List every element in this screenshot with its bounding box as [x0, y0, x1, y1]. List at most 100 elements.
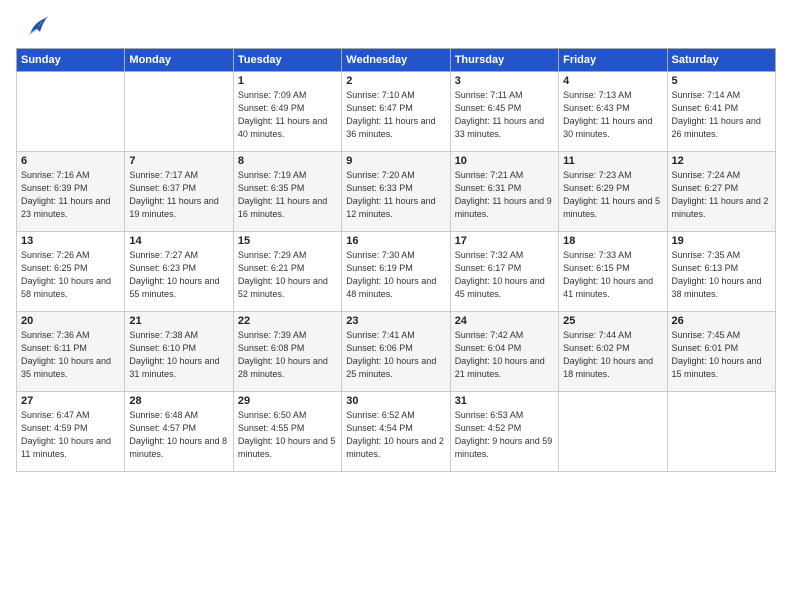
- table-row: 28Sunrise: 6:48 AM Sunset: 4:57 PM Dayli…: [125, 392, 233, 472]
- day-number: 1: [238, 75, 337, 87]
- day-info: Sunrise: 7:11 AM Sunset: 6:45 PM Dayligh…: [455, 89, 554, 141]
- day-number: 17: [455, 235, 554, 247]
- table-row: 12 Sunrise: 7:24 AM Sunset: 6:27 PM Dayli…: [667, 152, 775, 232]
- day-info: Sunrise: 7:36 AM Sunset: 6:11 PM Dayligh…: [21, 329, 120, 381]
- table-row: 17 Sunrise: 7:32 AM Sunset: 6:17 PM Dayli…: [450, 232, 558, 312]
- table-row: 1Sunrise: 7:09 AM Sunset: 6:49 PM Daylig…: [233, 72, 341, 152]
- day-number: 23: [346, 315, 445, 327]
- day-info: Sunrise: 7:20 AM Sunset: 6:33 PM Dayligh…: [346, 169, 445, 221]
- day-info: Sunrise: 7:17 AM Sunset: 6:37 PM Dayligh…: [129, 169, 228, 221]
- day-number: 3: [455, 75, 554, 87]
- weekday-header-row: Sunday Monday Tuesday Wednesday Thursday…: [17, 49, 776, 72]
- header-sunday: Sunday: [17, 49, 125, 72]
- day-number: 19: [672, 235, 771, 247]
- table-row: 18 Sunrise: 7:33 AM Sunset: 6:15 PM Dayli…: [559, 232, 667, 312]
- day-number: 7: [129, 155, 228, 167]
- day-number: 12: [672, 155, 771, 167]
- day-info: Sunrise: 7:14 AM Sunset: 6:41 PM Dayligh…: [672, 89, 771, 141]
- calendar-week-row: 6 Sunrise: 7:16 AM Sunset: 6:39 PM Daylig…: [17, 152, 776, 232]
- day-number: 31: [455, 395, 554, 407]
- day-number: 8: [238, 155, 337, 167]
- header: [16, 12, 776, 40]
- day-info: Sunrise: 7:16 AM Sunset: 6:39 PM Dayligh…: [21, 169, 120, 221]
- table-row: 27 Sunrise: 6:47 AM Sunset: 4:59 PM Dayli…: [17, 392, 125, 472]
- table-row: 19 Sunrise: 7:35 AM Sunset: 6:13 PM Dayli…: [667, 232, 775, 312]
- table-row: 20 Sunrise: 7:36 AM Sunset: 6:11 PM Dayli…: [17, 312, 125, 392]
- day-info: Sunrise: 7:23 AM Sunset: 6:29 PM Dayligh…: [563, 169, 662, 221]
- day-info: Sunrise: 6:50 AM Sunset: 4:55 PM Dayligh…: [238, 409, 337, 461]
- table-row: [559, 392, 667, 472]
- table-row: 24 Sunrise: 7:42 AM Sunset: 6:04 PM Dayli…: [450, 312, 558, 392]
- calendar-week-row: 27 Sunrise: 6:47 AM Sunset: 4:59 PM Dayli…: [17, 392, 776, 472]
- day-number: 29: [238, 395, 337, 407]
- calendar-body: 1Sunrise: 7:09 AM Sunset: 6:49 PM Daylig…: [17, 72, 776, 472]
- table-row: 7 Sunrise: 7:17 AM Sunset: 6:37 PM Daylig…: [125, 152, 233, 232]
- day-number: 15: [238, 235, 337, 247]
- day-info: Sunrise: 7:29 AM Sunset: 6:21 PM Dayligh…: [238, 249, 337, 301]
- calendar: Sunday Monday Tuesday Wednesday Thursday…: [16, 48, 776, 472]
- day-info: Sunrise: 7:45 AM Sunset: 6:01 PM Dayligh…: [672, 329, 771, 381]
- day-info: Sunrise: 7:21 AM Sunset: 6:31 PM Dayligh…: [455, 169, 554, 221]
- page: Sunday Monday Tuesday Wednesday Thursday…: [0, 0, 792, 612]
- day-number: 27: [21, 395, 120, 407]
- table-row: 16Sunrise: 7:30 AM Sunset: 6:19 PM Dayli…: [342, 232, 450, 312]
- header-saturday: Saturday: [667, 49, 775, 72]
- table-row: 15 Sunrise: 7:29 AM Sunset: 6:21 PM Dayli…: [233, 232, 341, 312]
- day-info: Sunrise: 7:39 AM Sunset: 6:08 PM Dayligh…: [238, 329, 337, 381]
- day-info: Sunrise: 7:26 AM Sunset: 6:25 PM Dayligh…: [21, 249, 120, 301]
- table-row: 13 Sunrise: 7:26 AM Sunset: 6:25 PM Dayli…: [17, 232, 125, 312]
- header-tuesday: Tuesday: [233, 49, 341, 72]
- logo: [16, 12, 48, 40]
- day-number: 24: [455, 315, 554, 327]
- calendar-week-row: 20 Sunrise: 7:36 AM Sunset: 6:11 PM Dayli…: [17, 312, 776, 392]
- logo-bird-icon: [20, 12, 48, 40]
- table-row: 26Sunrise: 7:45 AM Sunset: 6:01 PM Dayli…: [667, 312, 775, 392]
- day-info: Sunrise: 7:19 AM Sunset: 6:35 PM Dayligh…: [238, 169, 337, 221]
- day-info: Sunrise: 6:53 AM Sunset: 4:52 PM Dayligh…: [455, 409, 554, 461]
- day-info: Sunrise: 7:24 AM Sunset: 6:27 PM Dayligh…: [672, 169, 771, 221]
- header-monday: Monday: [125, 49, 233, 72]
- table-row: 2 Sunrise: 7:10 AM Sunset: 6:47 PM Daylig…: [342, 72, 450, 152]
- table-row: [17, 72, 125, 152]
- day-info: Sunrise: 7:10 AM Sunset: 6:47 PM Dayligh…: [346, 89, 445, 141]
- day-number: 4: [563, 75, 662, 87]
- table-row: 6 Sunrise: 7:16 AM Sunset: 6:39 PM Daylig…: [17, 152, 125, 232]
- day-number: 30: [346, 395, 445, 407]
- day-number: 11: [563, 155, 662, 167]
- calendar-header: Sunday Monday Tuesday Wednesday Thursday…: [17, 49, 776, 72]
- day-number: 10: [455, 155, 554, 167]
- day-number: 13: [21, 235, 120, 247]
- day-info: Sunrise: 7:27 AM Sunset: 6:23 PM Dayligh…: [129, 249, 228, 301]
- table-row: 5Sunrise: 7:14 AM Sunset: 6:41 PM Daylig…: [667, 72, 775, 152]
- calendar-week-row: 13 Sunrise: 7:26 AM Sunset: 6:25 PM Dayli…: [17, 232, 776, 312]
- day-info: Sunrise: 7:33 AM Sunset: 6:15 PM Dayligh…: [563, 249, 662, 301]
- day-number: 6: [21, 155, 120, 167]
- calendar-week-row: 1Sunrise: 7:09 AM Sunset: 6:49 PM Daylig…: [17, 72, 776, 152]
- table-row: 3 Sunrise: 7:11 AM Sunset: 6:45 PM Daylig…: [450, 72, 558, 152]
- table-row: 21 Sunrise: 7:38 AM Sunset: 6:10 PM Dayli…: [125, 312, 233, 392]
- header-friday: Friday: [559, 49, 667, 72]
- day-number: 14: [129, 235, 228, 247]
- day-number: 18: [563, 235, 662, 247]
- day-info: Sunrise: 7:38 AM Sunset: 6:10 PM Dayligh…: [129, 329, 228, 381]
- day-info: Sunrise: 7:42 AM Sunset: 6:04 PM Dayligh…: [455, 329, 554, 381]
- day-number: 25: [563, 315, 662, 327]
- table-row: 8 Sunrise: 7:19 AM Sunset: 6:35 PM Daylig…: [233, 152, 341, 232]
- day-info: Sunrise: 6:47 AM Sunset: 4:59 PM Dayligh…: [21, 409, 120, 461]
- table-row: 29 Sunrise: 6:50 AM Sunset: 4:55 PM Dayli…: [233, 392, 341, 472]
- day-number: 21: [129, 315, 228, 327]
- day-info: Sunrise: 7:41 AM Sunset: 6:06 PM Dayligh…: [346, 329, 445, 381]
- table-row: 23 Sunrise: 7:41 AM Sunset: 6:06 PM Dayli…: [342, 312, 450, 392]
- table-row: 4 Sunrise: 7:13 AM Sunset: 6:43 PM Daylig…: [559, 72, 667, 152]
- day-info: Sunrise: 7:13 AM Sunset: 6:43 PM Dayligh…: [563, 89, 662, 141]
- table-row: 22Sunrise: 7:39 AM Sunset: 6:08 PM Dayli…: [233, 312, 341, 392]
- table-row: 11 Sunrise: 7:23 AM Sunset: 6:29 PM Dayli…: [559, 152, 667, 232]
- day-number: 20: [21, 315, 120, 327]
- table-row: 9Sunrise: 7:20 AM Sunset: 6:33 PM Daylig…: [342, 152, 450, 232]
- day-info: Sunrise: 7:32 AM Sunset: 6:17 PM Dayligh…: [455, 249, 554, 301]
- day-number: 2: [346, 75, 445, 87]
- header-thursday: Thursday: [450, 49, 558, 72]
- day-info: Sunrise: 7:35 AM Sunset: 6:13 PM Dayligh…: [672, 249, 771, 301]
- day-number: 16: [346, 235, 445, 247]
- day-info: Sunrise: 6:52 AM Sunset: 4:54 PM Dayligh…: [346, 409, 445, 461]
